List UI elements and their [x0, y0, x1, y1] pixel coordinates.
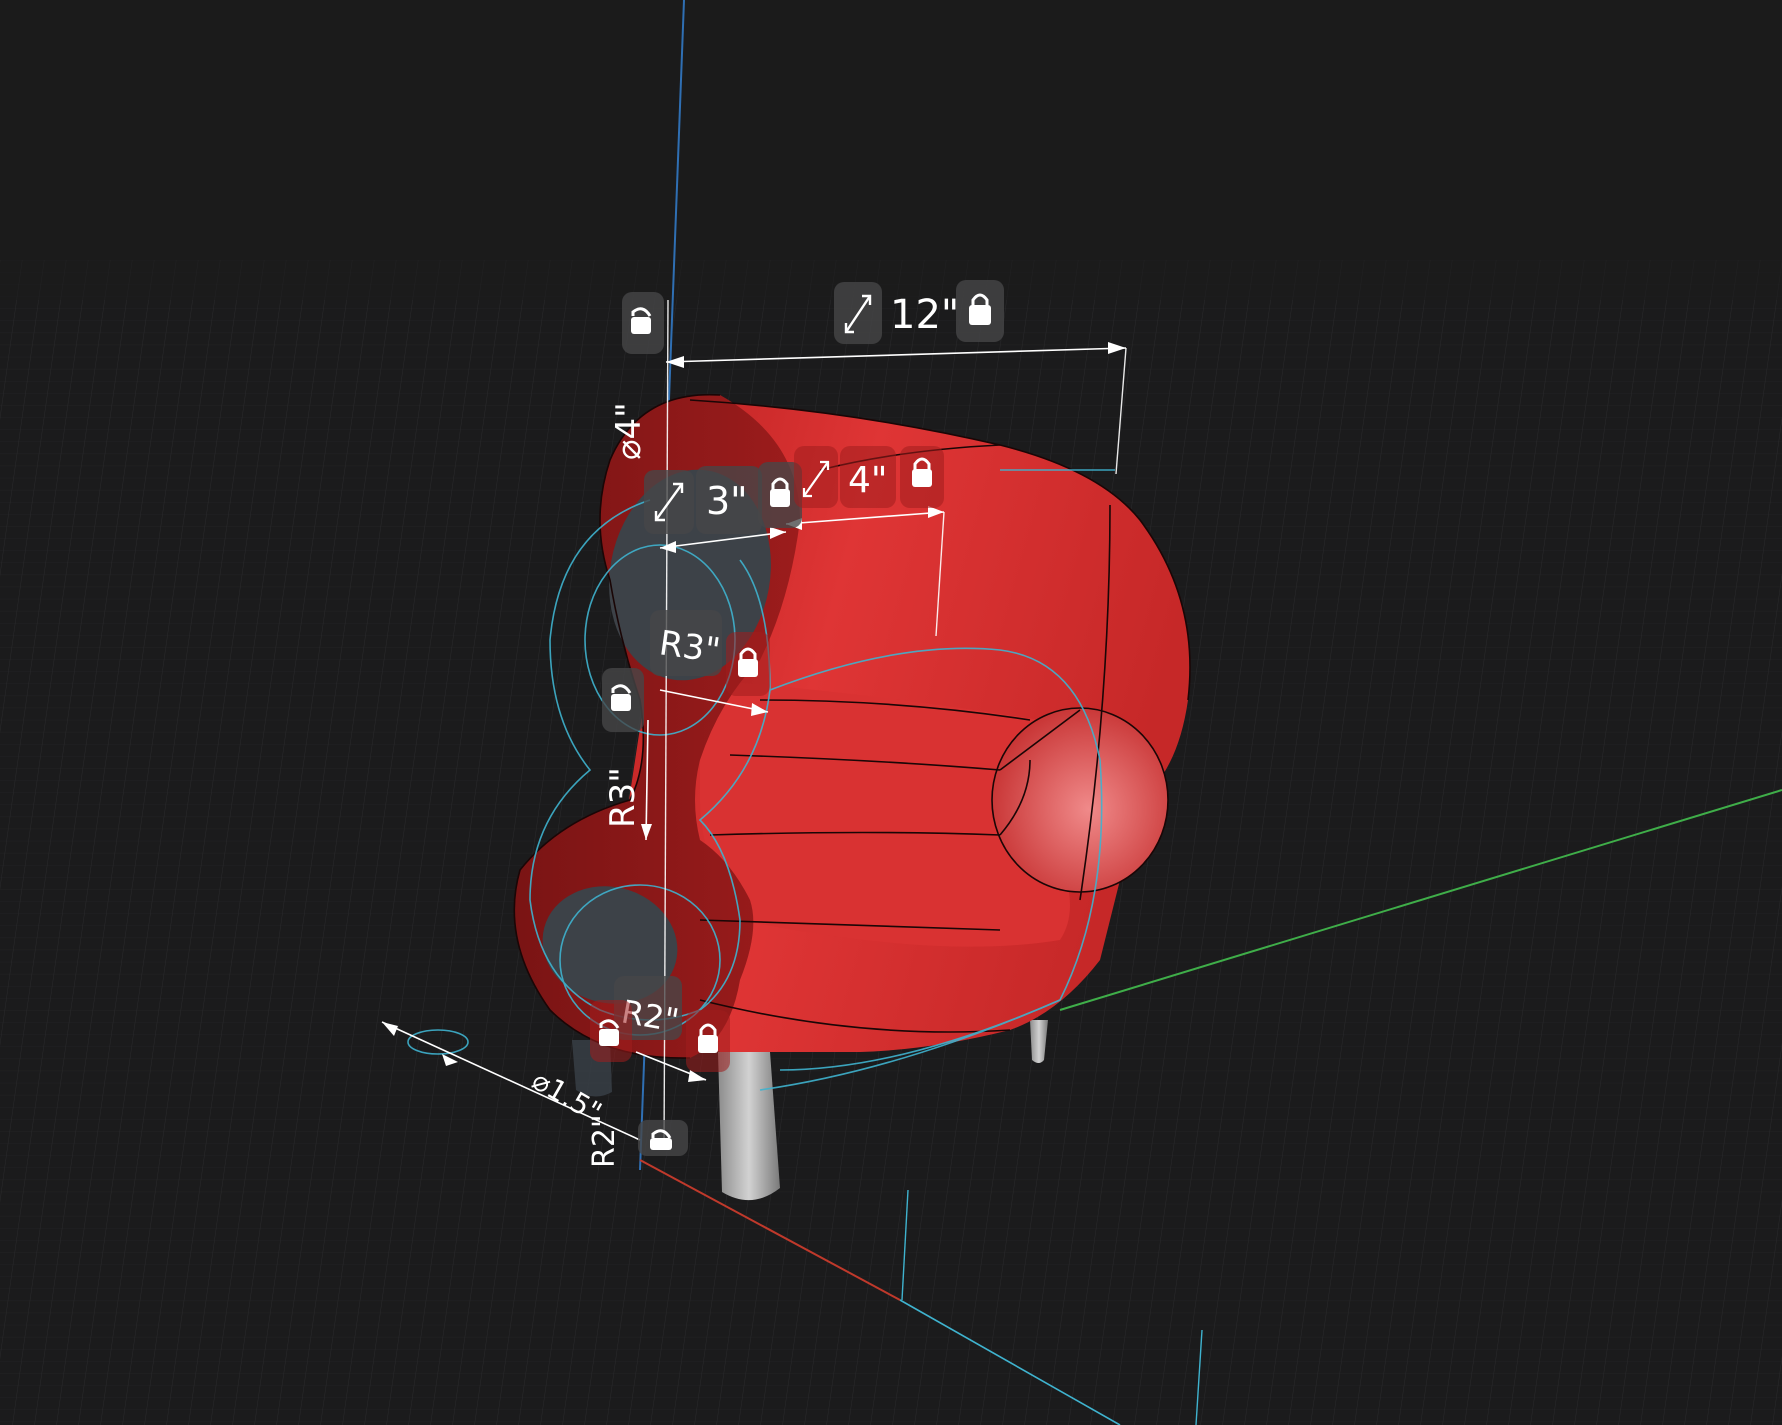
- radius-side-value[interactable]: R3": [603, 767, 643, 828]
- dimension-arm-depth[interactable]: 4": [794, 446, 944, 508]
- width-dimension-value[interactable]: 12": [890, 292, 959, 338]
- arm-cap: [992, 708, 1168, 892]
- hole-width-value[interactable]: 3": [706, 479, 748, 523]
- arm-depth-value[interactable]: 4": [848, 460, 887, 501]
- dimension-hole-width[interactable]: 3": [644, 462, 802, 534]
- resize-arm-depth-button[interactable]: [794, 446, 838, 508]
- radius-upper-value[interactable]: R3": [657, 623, 723, 671]
- cad-viewport[interactable]: 12" ⌀4" 3" 4" R3" R3" R2" ⌀1.5" R2": [0, 0, 1782, 1425]
- outer-diameter-value[interactable]: ⌀4": [609, 402, 649, 460]
- leg-radius-value[interactable]: R2": [587, 1114, 622, 1168]
